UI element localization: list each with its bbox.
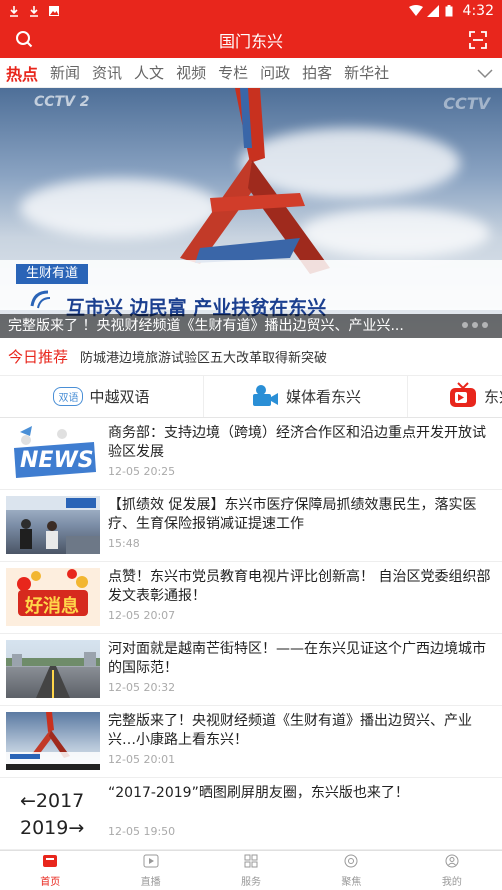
app-bar: 国门东兴 [0,22,502,58]
bilingual-badge: 双语 [53,387,84,406]
status-bar: 4:32 [0,0,502,22]
office-scene [6,496,100,554]
nav-focus[interactable]: 聚焦 [301,851,401,890]
banner-carousel[interactable]: CCTV 2 CCTV 生财有道 互市兴 边民富 产业扶贫在东兴 完整版来了 ！… [0,88,502,338]
tab-column[interactable]: 专栏 [218,62,248,83]
channel-logo: CCTV 2 [34,94,90,110]
nav-profile[interactable]: 我的 [402,851,502,890]
carousel-dot [482,322,488,328]
news-time: 12-05 20:01 [108,753,176,766]
thumb-text: NEWS [20,448,94,473]
quick-link-label: 中越双语 [89,388,150,406]
nav-label: 首页 [40,876,61,888]
recommend-label: 今日推荐 [8,348,69,366]
news-title: “2017-2019”晒图刷屏朋友圈，东兴版也来了！ [108,785,409,801]
category-tabs: 热点 新闻 资讯 人文 视频 专栏 问政 拍客 新华社 [0,58,502,88]
signal-icon [426,5,439,17]
nav-home[interactable]: 首页 [0,851,100,890]
news-thumbnail [6,496,100,554]
tv-icon [448,381,478,413]
tab-info[interactable]: 资讯 [92,62,122,83]
program-tag: 生财有道 [16,264,89,284]
download-icon [28,5,40,17]
quick-link-tv[interactable]: 东兴 [408,376,502,417]
scan-icon[interactable] [468,30,488,50]
quick-link-bilingual[interactable]: 双语 中越双语 [0,376,204,417]
nav-label: 我的 [441,876,462,888]
download-icon [8,5,20,17]
today-recommend[interactable]: 今日推荐 防城港边境旅游试验区五大改革取得新突破 [0,338,502,376]
list-item[interactable]: NEWS 商务部：支持边境（跨境）经济合作区和沿边重点开发开放试验区发展 12-… [0,418,502,490]
news-title: 商务部：支持边境（跨境）经济合作区和沿边重点开发开放试验区发展 [108,425,486,460]
wifi-icon [408,5,423,17]
user-icon [444,854,460,871]
quick-link-media[interactable]: 媒体看东兴 [204,376,408,417]
news-title: 点赞！东兴市党员教育电视片评比创新高！ 自治区党委组织部发文表彰通报！ [108,569,491,604]
home-icon [42,854,58,871]
bottom-nav: 首页 直播 服务 聚焦 我的 [0,850,502,890]
thumb-year-top: ←2017 [20,790,85,812]
quick-link-label: 媒体看东兴 [285,388,361,406]
news-thumbnail [6,640,100,698]
nav-label: 直播 [140,876,161,888]
grid-icon [243,854,259,871]
news-thumbnail: ←2017 2019→ [6,784,100,842]
program-logo-icon [28,288,54,316]
monument-graphic [180,88,330,274]
list-item[interactable]: 【抓绩效 促发展】东兴市医疗保障局抓绩效惠民生，落实医疗、生育保险报销减证提速工… [0,490,502,562]
thumb-text: 好消息 [25,596,79,617]
tab-xinhua[interactable]: 新华社 [344,62,389,83]
nav-live[interactable]: 直播 [100,851,200,890]
news-time: 12-05 20:32 [108,681,176,694]
carousel-dot [462,322,468,328]
status-time: 4:32 [462,3,494,19]
carousel-indicator [462,322,488,328]
news-list: NEWS 商务部：支持边境（跨境）经济合作区和沿边重点开发开放试验区发展 12-… [0,418,502,850]
news-time: 12-05 20:25 [108,465,176,478]
list-item[interactable]: 好消息 点赞！东兴市党员教育电视片评比创新高！ 自治区党委组织部发文表彰通报！ … [0,562,502,634]
news-time: 12-05 19:50 [108,825,176,838]
carousel-dot [472,322,478,328]
image-icon [48,5,60,17]
nav-label: 服务 [241,876,262,888]
nav-service[interactable]: 服务 [201,851,301,890]
tab-politics[interactable]: 问政 [260,62,290,83]
quick-links: 双语 中越双语 媒体看东兴 东兴 [0,376,502,418]
list-item[interactable]: ←2017 2019→ “2017-2019”晒图刷屏朋友圈，东兴版也来了！ 1… [0,778,502,850]
tab-culture[interactable]: 人文 [134,62,164,83]
search-icon[interactable] [14,29,36,51]
list-item[interactable]: 完整版来了！央视财经频道《生财有道》播出边贸兴、产业兴…小康路上看东兴！ 12-… [0,706,502,778]
camera-icon [250,382,280,412]
tab-reporter[interactable]: 拍客 [302,62,332,83]
app-title: 国门东兴 [218,32,283,51]
monument-graphic [6,712,100,770]
news-thumbnail: 好消息 [6,568,100,626]
news-thumbnail: NEWS [6,424,100,482]
news-time: 15:48 [108,537,140,550]
news-title: 河对面就是越南芒街特区！——在东兴见证这个广西边境城市的国际范！ [108,641,486,676]
recommend-text[interactable]: 防城港边境旅游试验区五大改革取得新突破 [80,347,327,366]
road-scene [6,652,100,698]
news-thumbnail [6,712,100,770]
channel-watermark: CCTV [443,94,490,113]
battery-icon [445,5,457,17]
list-item[interactable]: 河对面就是越南芒街特区！——在东兴见证这个广西边境城市的国际范！ 12-05 2… [0,634,502,706]
play-icon [143,854,159,871]
nav-label: 聚焦 [341,876,362,888]
focus-icon [343,854,359,871]
chevron-down-icon[interactable] [476,64,494,82]
banner-caption: 完整版来了 ！央视财经频道《生财有道》播出边贸兴、产业兴... [0,314,502,338]
news-title: 【抓绩效 促发展】东兴市医疗保障局抓绩效惠民生，落实医疗、生育保险报销减证提速工… [108,497,477,532]
tab-video[interactable]: 视频 [176,62,206,83]
tab-news[interactable]: 新闻 [50,62,80,83]
thumb-year-bottom: 2019→ [20,817,85,839]
tab-hot[interactable]: 热点 [6,61,38,85]
news-title: 完整版来了！央视财经频道《生财有道》播出边贸兴、产业兴…小康路上看东兴！ [108,713,472,748]
news-time: 12-05 20:07 [108,609,176,622]
quick-link-label: 东兴 [484,388,502,406]
